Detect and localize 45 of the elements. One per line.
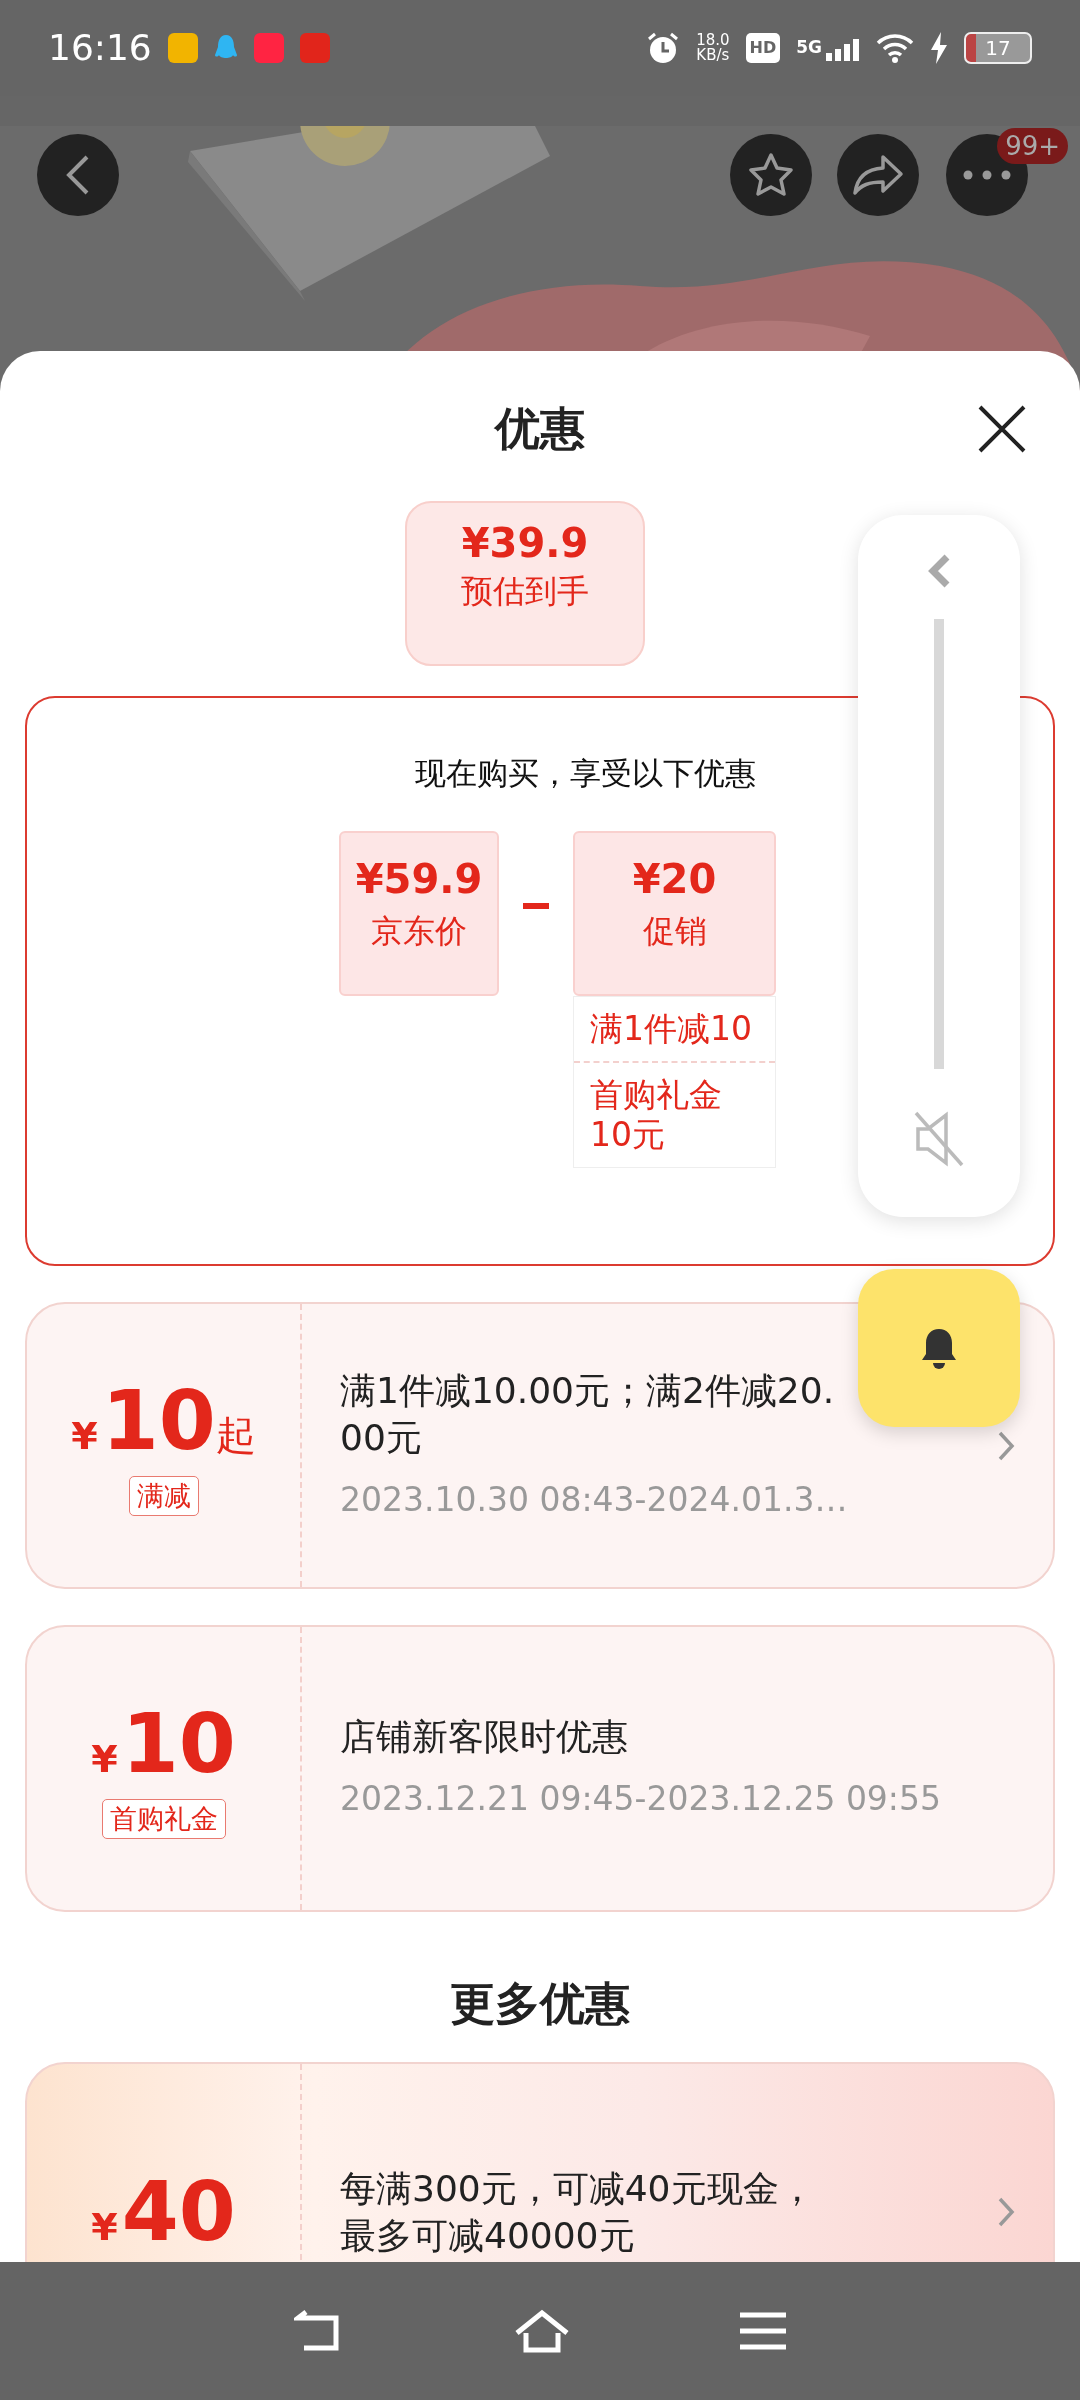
wifi-icon xyxy=(876,33,914,63)
battery-indicator: 17 xyxy=(964,32,1032,64)
coupon-title: 店铺新客限时优惠 xyxy=(340,1715,629,1760)
coupon-card[interactable]: ¥10起 满减 满1件减10.00元；满2件减20.00元 2023.10.30 08:43-2024.01.3… xyxy=(25,1302,1055,1589)
coupon-period: 2023.10.30 08:43-2024.01.3… xyxy=(340,1478,849,1521)
chevron-right-icon[interactable] xyxy=(997,1429,1015,1462)
sheet-title: 优惠 xyxy=(495,401,585,457)
net-speed-unit: KB/s xyxy=(696,48,730,63)
base-price: ¥59.9 xyxy=(354,854,484,903)
base-price-label: 京东价 xyxy=(370,910,468,951)
coupon-tag: 满减 xyxy=(128,1475,199,1516)
coupon-card[interactable]: ¥40 每满300元，可减40元现金，最多可减40000元 xyxy=(25,2061,1055,2262)
app-icon xyxy=(253,33,284,63)
notification-button[interactable] xyxy=(858,1269,1020,1427)
promo-price: ¥20 xyxy=(631,854,718,903)
coupon-title: 每满300元，可减40元现金，最多可减40000元 xyxy=(340,2166,816,2258)
coupon-amount: ¥10起 xyxy=(71,1375,256,1466)
share-icon xyxy=(851,153,905,197)
notification-badge: 99+ xyxy=(997,128,1068,164)
coupon-tag: 首购礼金 xyxy=(101,1798,226,1839)
signal-icon xyxy=(826,36,860,61)
estimate-label: 预估到手 xyxy=(460,571,590,611)
alarm-icon xyxy=(646,31,681,65)
home-nav-icon[interactable] xyxy=(514,2309,570,2353)
coupon-period: 2023.12.21 09:45-2023.12.25 09:55 xyxy=(340,1778,942,1821)
promo-item: 满1件减10 xyxy=(589,1007,753,1050)
status-time: 16:16 xyxy=(48,26,152,70)
charging-icon xyxy=(930,32,948,64)
coupon-amount: ¥10 xyxy=(91,1698,236,1789)
hd-indicator: HD xyxy=(745,33,781,63)
bell-icon xyxy=(919,1326,959,1370)
promo-item: 首购礼金10元 xyxy=(574,1060,775,1167)
menu-nav-icon[interactable] xyxy=(740,2312,786,2350)
net-speed: 18.0 xyxy=(696,33,730,48)
app-icon xyxy=(167,33,198,63)
coupon-card[interactable]: ¥10 首购礼金 店铺新客限时优惠 2023.12.21 09:45-2023.12.25 09:55 xyxy=(25,1625,1055,1912)
section-heading: 更多优惠 xyxy=(449,1976,631,2032)
estimate-price: ¥39.9 xyxy=(460,519,590,567)
minus-icon xyxy=(523,902,549,909)
more-icon xyxy=(962,170,1012,180)
discount-heading: 现在购买，享受以下优惠 xyxy=(413,754,757,793)
coupon-amount: ¥40 xyxy=(91,2166,236,2257)
coupon-title: 满1件减10.00元；满2件减20.00元 xyxy=(340,1368,835,1460)
network-type: 5G xyxy=(796,36,822,60)
promo-label: 促销 xyxy=(641,910,708,951)
